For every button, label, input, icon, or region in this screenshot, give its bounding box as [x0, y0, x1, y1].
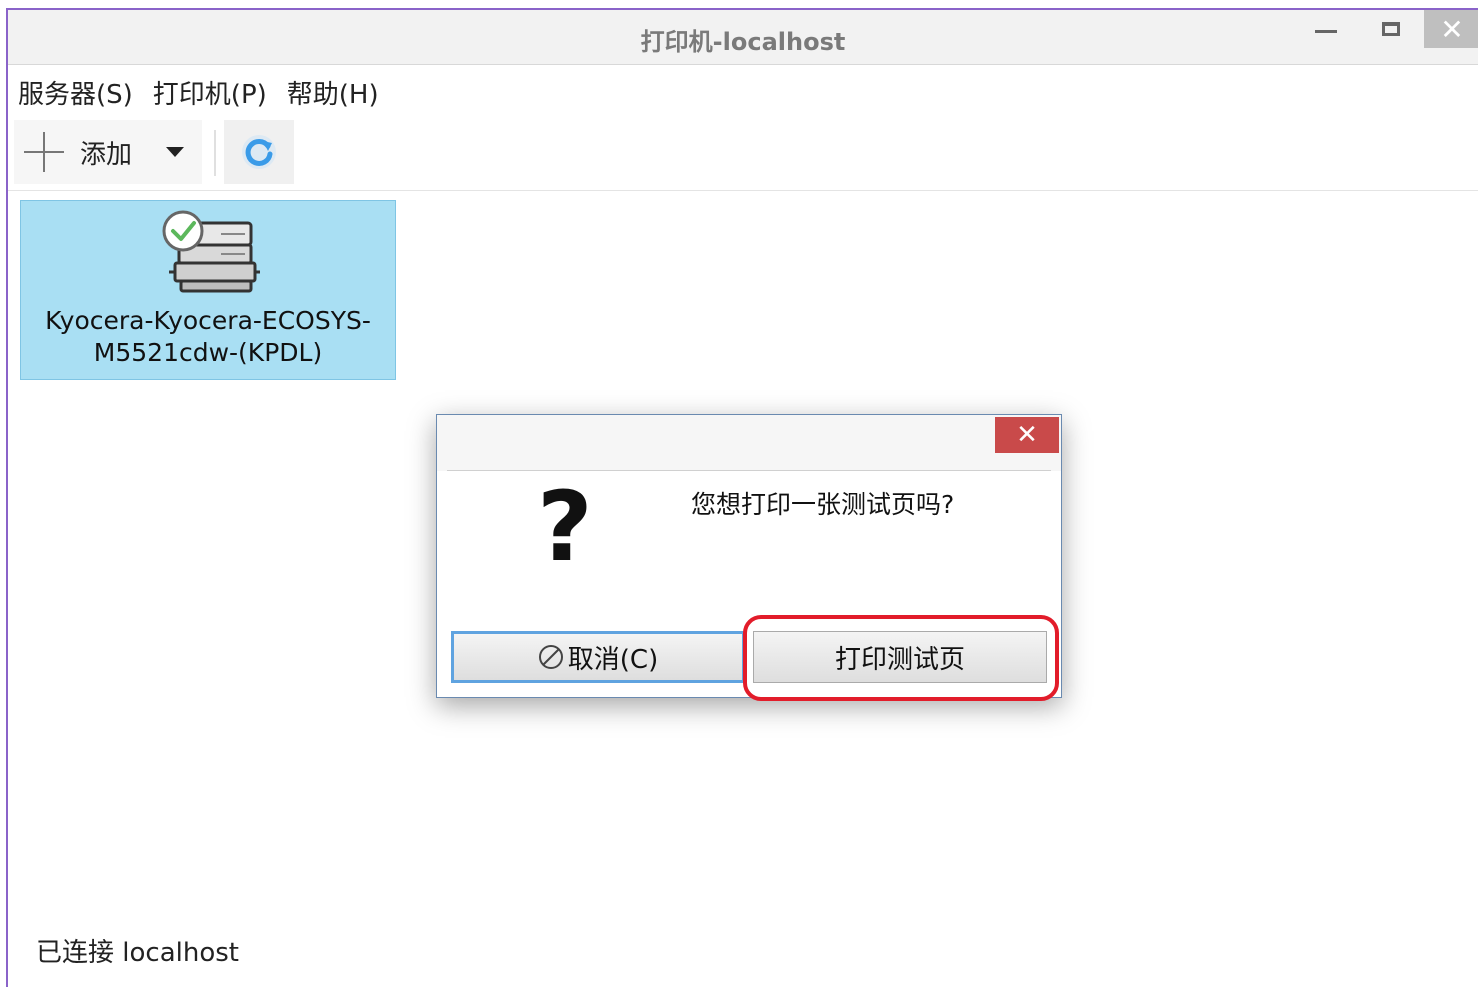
cancel-icon	[538, 645, 563, 669]
maximize-icon	[1382, 22, 1400, 36]
printer-name-line1: Kyocera-Kyocera-ECOSYS-	[45, 306, 371, 335]
dialog-message: 您想打印一张测试页吗?	[691, 490, 955, 519]
close-icon: ✕	[1440, 12, 1464, 46]
question-icon: ?	[537, 471, 593, 583]
menu-bar: 服务器(S) 打印机(P) 帮助(H)	[8, 66, 1478, 118]
window-close-button[interactable]: ✕	[1424, 10, 1478, 48]
maximize-button[interactable]	[1363, 10, 1419, 48]
menu-server[interactable]: 服务器(S)	[18, 74, 133, 111]
menu-help[interactable]: 帮助(H)	[287, 74, 379, 111]
window-title: 打印机-localhost	[640, 28, 846, 56]
title-bar[interactable]: 打印机-localhost ✕	[8, 10, 1478, 65]
toolbar: 添加	[8, 120, 1478, 191]
minimize-button[interactable]	[1298, 10, 1354, 48]
cancel-button-label: 取消(C)	[567, 644, 659, 675]
minimize-icon	[1315, 29, 1337, 33]
close-icon: ✕	[1016, 420, 1038, 450]
refresh-button[interactable]	[224, 120, 294, 184]
refresh-icon	[242, 135, 276, 169]
menu-printer[interactable]: 打印机(P)	[153, 74, 267, 111]
caret-down-icon[interactable]	[166, 147, 185, 157]
toolbar-separator	[214, 130, 216, 176]
printer-name-line2: M5521cdw-(KPDL)	[93, 338, 323, 367]
dialog-header[interactable]: ✕	[437, 415, 1061, 471]
add-button[interactable]: 添加	[14, 120, 202, 184]
highlight-annotation	[743, 615, 1059, 701]
dialog-close-button[interactable]: ✕	[995, 417, 1059, 453]
printer-name: Kyocera-Kyocera-ECOSYS- M5521cdw-(KPDL)	[21, 305, 395, 369]
plus-icon	[24, 132, 64, 172]
status-text: 已连接 localhost	[36, 938, 239, 968]
cancel-button[interactable]: 取消(C)	[451, 631, 745, 683]
add-button-label: 添加	[80, 139, 133, 170]
printer-item[interactable]: Kyocera-Kyocera-ECOSYS- M5521cdw-(KPDL)	[20, 200, 396, 380]
printer-icon	[162, 210, 260, 293]
